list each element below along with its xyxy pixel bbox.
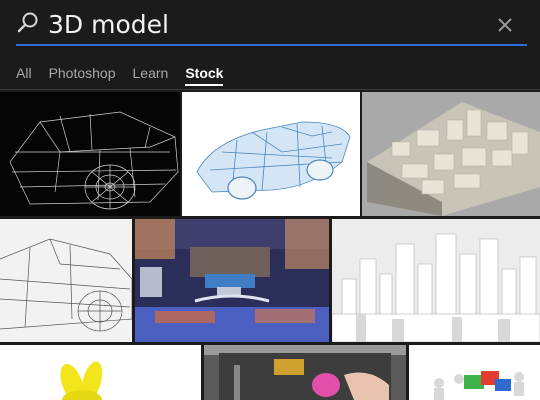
search-underline [16, 44, 527, 46]
white-city-block-model-image [362, 92, 540, 216]
yellow-bunny-print-image [0, 345, 201, 400]
blue-wireframe-car-image [182, 92, 360, 216]
result-tile[interactable] [204, 345, 406, 400]
filter-tabs: All Photoshop Learn Stock [16, 62, 224, 90]
tab-stock[interactable]: Stock [185, 62, 224, 86]
tab-learn[interactable]: Learn [133, 62, 169, 86]
search-bar [0, 0, 540, 50]
search-icon [17, 12, 38, 33]
clear-search-button[interactable] [492, 12, 518, 38]
result-tile[interactable] [0, 92, 180, 216]
car-wireframe-sketch-image [0, 219, 132, 342]
result-tile[interactable] [332, 219, 540, 342]
result-tile[interactable] [0, 345, 201, 400]
tab-divider [0, 89, 540, 90]
3d-printer-closeup-image [135, 219, 329, 342]
puzzle-figures-image [409, 345, 540, 400]
tab-all[interactable]: All [16, 62, 32, 86]
white-skyscraper-city-image [332, 219, 540, 342]
result-tile[interactable] [182, 92, 360, 216]
3d-printer-hands-image [204, 345, 406, 400]
wireframe-car-dark-image [0, 92, 180, 216]
result-tile[interactable] [362, 92, 540, 216]
result-tile[interactable] [409, 345, 540, 400]
result-tile[interactable] [135, 219, 329, 342]
close-icon [498, 18, 512, 32]
result-tile[interactable] [0, 219, 132, 342]
search-input[interactable] [48, 6, 468, 42]
tab-photoshop[interactable]: Photoshop [49, 62, 116, 86]
